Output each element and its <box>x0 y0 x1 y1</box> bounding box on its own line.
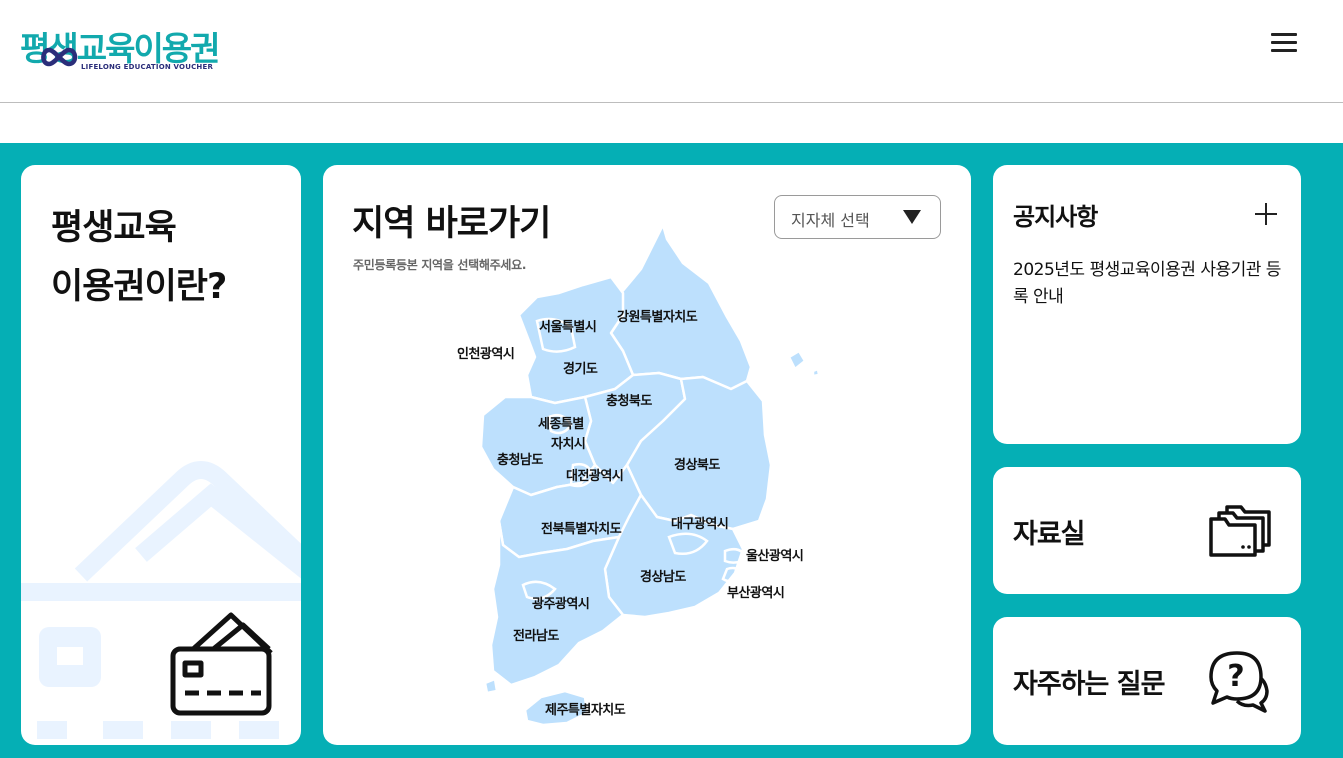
region-label-gwangju[interactable]: 광주광역시 <box>532 595 590 614</box>
plus-icon[interactable] <box>1255 203 1277 225</box>
region-label-jeju[interactable]: 제주특별자치도 <box>545 701 626 720</box>
region-label-sejong-1[interactable]: 세종특별 <box>538 415 584 434</box>
notice-item[interactable]: 2025년도 평생교육이용권 사용기관 등록 안내 <box>1013 257 1285 311</box>
archive-card[interactable]: 자료실 <box>993 467 1301 594</box>
site-header: 평생교육이용권 LIFELONG EDUCATION VOUCHER <box>0 0 1343 103</box>
region-label-incheon[interactable]: 인천광역시 <box>457 345 515 364</box>
logo-subtext: LIFELONG EDUCATION VOUCHER <box>81 63 214 71</box>
triangle-down-icon <box>903 210 921 224</box>
region-label-gangwon[interactable]: 강원특별자치도 <box>617 308 698 327</box>
infinity-icon <box>41 47 78 67</box>
svg-text:?: ? <box>1227 659 1244 694</box>
region-label-daejeon[interactable]: 대전광역시 <box>566 467 624 486</box>
region-label-chungbuk[interactable]: 충청북도 <box>606 392 652 411</box>
voucher-intro-card[interactable]: 평생교육 이용권이란? <box>21 165 301 745</box>
map-region-gyeonggi <box>517 275 635 405</box>
region-label-busan[interactable]: 부산광역시 <box>727 584 785 603</box>
faq-card[interactable]: 자주하는 질문 ? <box>993 617 1301 745</box>
region-subtitle: 주민등록등본 지역을 선택해주세요. <box>353 258 527 272</box>
region-label-ulsan[interactable]: 울산광역시 <box>746 547 804 566</box>
folder-icon <box>1209 505 1271 557</box>
region-label-gyeonggi[interactable]: 경기도 <box>563 360 598 379</box>
map-region-gangwon <box>609 223 753 391</box>
region-label-seoul[interactable]: 서울특별시 <box>539 318 597 337</box>
korea-map <box>479 223 821 727</box>
region-label-chungnam[interactable]: 충청남도 <box>497 451 543 470</box>
notice-title: 공지사항 <box>1013 203 1098 231</box>
municipality-select[interactable]: 지자체 선택 <box>774 195 941 239</box>
region-label-gyeongbuk[interactable]: 경상북도 <box>674 456 720 475</box>
region-shortcut-card: 지역 바로가기 주민등록등본 지역을 선택해주세요. 지자체 선택 서울특별시 … <box>323 165 971 745</box>
intro-title-line2: 이용권이란? <box>51 267 227 307</box>
credit-card-icon <box>170 612 273 716</box>
intro-title-line1: 평생교육 <box>51 208 177 248</box>
notice-card: 공지사항 2025년도 평생교육이용권 사용기관 등록 안내 <box>993 165 1301 444</box>
region-label-sejong-2[interactable]: 자치시 <box>551 435 586 454</box>
question-chat-icon: ? <box>1209 651 1269 713</box>
faq-title: 자주하는 질문 <box>1013 669 1165 700</box>
region-label-daegu[interactable]: 대구광역시 <box>671 515 729 534</box>
municipality-select-value: 지자체 선택 <box>791 211 870 230</box>
region-label-jeonbuk[interactable]: 전북특별자치도 <box>541 520 622 539</box>
hamburger-menu-icon[interactable] <box>1268 30 1300 60</box>
main-section: 평생교육 이용권이란? 지역 바로가기 주민등록등본 지역을 선택해주세요. 지… <box>0 143 1343 758</box>
region-label-jeonnam[interactable]: 전라남도 <box>513 627 559 646</box>
logo[interactable]: 평생교육이용권 LIFELONG EDUCATION VOUCHER <box>20 22 221 74</box>
archive-title: 자료실 <box>1013 519 1086 550</box>
intro-title: 평생교육 이용권이란? <box>51 199 281 317</box>
region-label-gyeongnam[interactable]: 경상남도 <box>640 568 686 587</box>
region-title: 지역 바로가기 <box>352 204 551 244</box>
